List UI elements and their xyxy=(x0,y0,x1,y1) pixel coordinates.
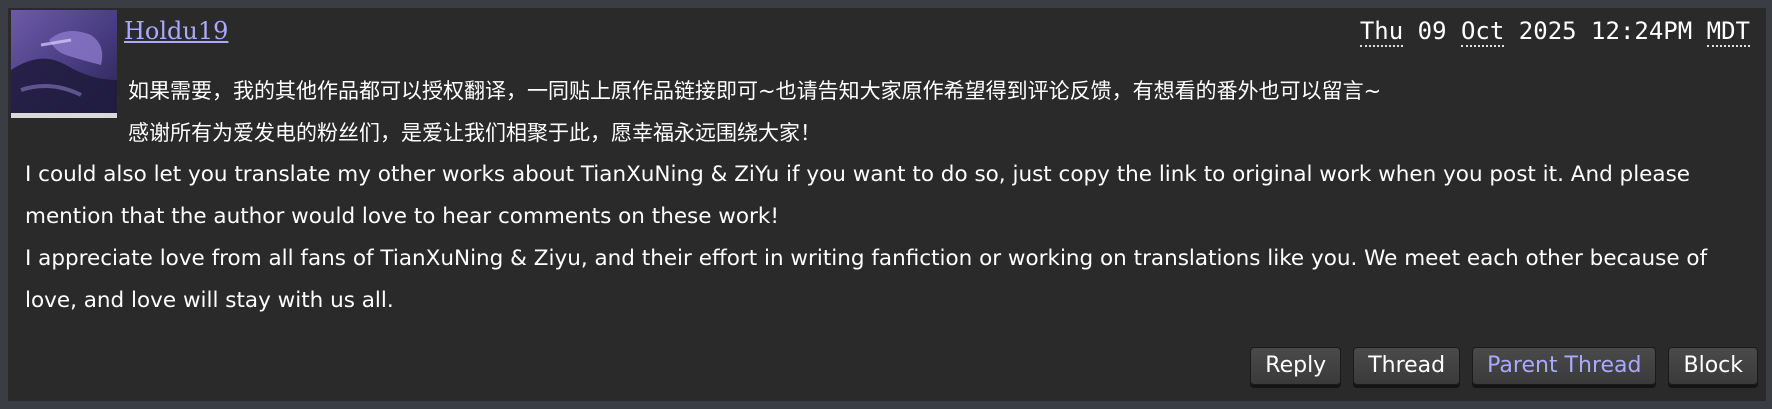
paragraph: I could also let you translate my other … xyxy=(25,162,1691,229)
month: Oct xyxy=(1460,17,1505,47)
reply-button[interactable]: Reply xyxy=(1250,347,1342,385)
comment-body-chinese: 如果需要，我的其他作品都可以授权翻译，一同贴上原作品链接即可~也请告知大家原作希… xyxy=(128,70,1748,154)
paragraph: 如果需要，我的其他作品都可以授权翻译，一同贴上原作品链接即可~也请告知大家原作希… xyxy=(128,79,1382,103)
block-button[interactable]: Block xyxy=(1668,347,1758,385)
year-time: 2025 12:24PM xyxy=(1518,17,1693,45)
comment-body-english: I could also let you translate my other … xyxy=(25,154,1760,322)
paragraph: 感谢所有为爱发电的粉丝们，是爱让我们相聚于此，愿幸福永远围绕大家！ xyxy=(128,121,821,145)
comment-datetime: Thu 09 Oct 2025 12:24PM MDT xyxy=(1359,16,1750,47)
timezone: MDT xyxy=(1706,17,1750,47)
day: 09 xyxy=(1417,17,1447,45)
parent-thread-button[interactable]: Parent Thread xyxy=(1472,347,1657,385)
avatar[interactable] xyxy=(11,10,117,118)
author-link[interactable]: Holdu19 xyxy=(124,16,228,46)
paragraph: I appreciate love from all fans of TianX… xyxy=(25,246,1708,313)
thread-button[interactable]: Thread xyxy=(1353,347,1461,385)
weekday: Thu xyxy=(1359,17,1404,47)
comment-card: Holdu19 Thu 09 Oct 2025 12:24PM MDT 如果需要… xyxy=(8,8,1766,401)
comment-actions: Reply Thread Parent Thread Block xyxy=(1250,347,1758,385)
avatar-image xyxy=(11,10,117,113)
